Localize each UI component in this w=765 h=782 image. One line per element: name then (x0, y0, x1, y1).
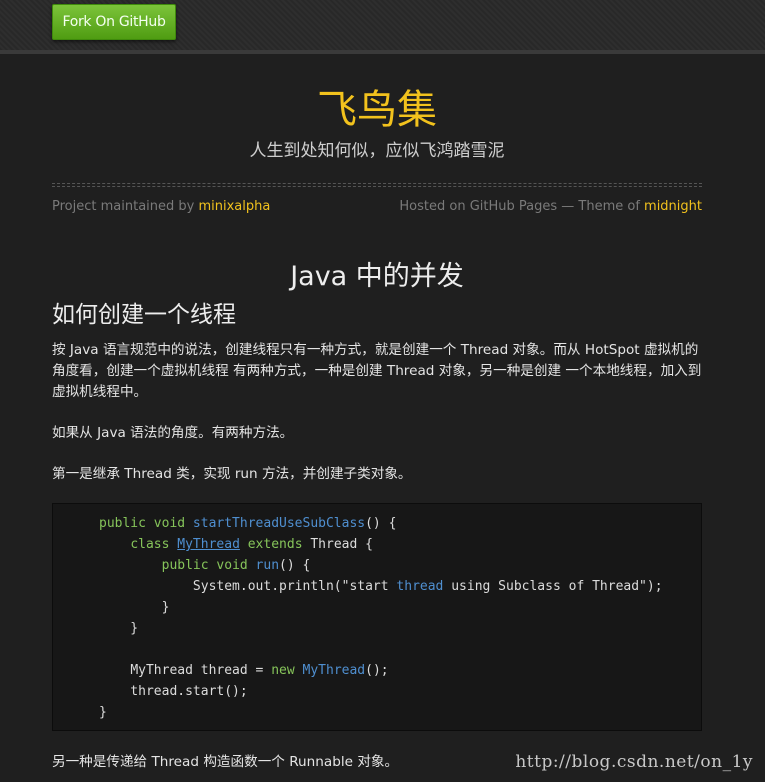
top-bar: Fork On GitHub (0, 0, 765, 54)
code-line: public void startThreadUseSubClass() { (99, 516, 397, 531)
code-line: class MyThread extends Thread { (130, 537, 373, 552)
code-line: } (99, 621, 139, 636)
code-block: public void startThreadUseSubClass() { c… (52, 503, 702, 731)
watermark-url: http://blog.csdn.net/on_1y (515, 752, 753, 772)
fork-on-github-button[interactable]: Fork On GitHub (52, 4, 176, 40)
hosted-on-label: Hosted on GitHub Pages — Theme of (399, 199, 645, 214)
maintainer-link[interactable]: minixalpha (198, 199, 270, 214)
paragraph-java-syntax: 如果从 Java 语法的角度。有两种方法。 (52, 425, 294, 441)
code-line: } (99, 600, 170, 615)
code-line: MyThread thread = new MyThread(); (130, 663, 389, 678)
code-line: public void run() { (161, 558, 311, 573)
header-divider (52, 183, 702, 187)
paragraph-thread-creation: 按 Java 语言规范中的说法，创建线程只有一种方式，就是创建一个 Thread… (52, 342, 702, 400)
code-line: thread.start(); (99, 684, 248, 699)
code-line: System.out.println("start thread using S… (192, 579, 663, 594)
theme-link[interactable]: midnight (644, 199, 702, 214)
code-line: } (99, 705, 107, 720)
hosting-info: Hosted on GitHub Pages — Theme of midnig… (399, 198, 702, 216)
maintained-by-label: Project maintained by (52, 199, 199, 214)
site-subtitle: 人生到处知何似，应似飞鸿踏雪泥 (249, 141, 505, 161)
article-title: Java 中的并发 (290, 261, 464, 292)
section-heading: 如何创建一个线程 (52, 302, 236, 328)
project-maintainer-info: Project maintained by minixalpha (52, 198, 270, 216)
site-title: 飞鸟集 (317, 87, 437, 133)
paragraph-subclass-method: 第一是继承 Thread 类，实现 run 方法，并创建子类对象。 (52, 466, 412, 482)
